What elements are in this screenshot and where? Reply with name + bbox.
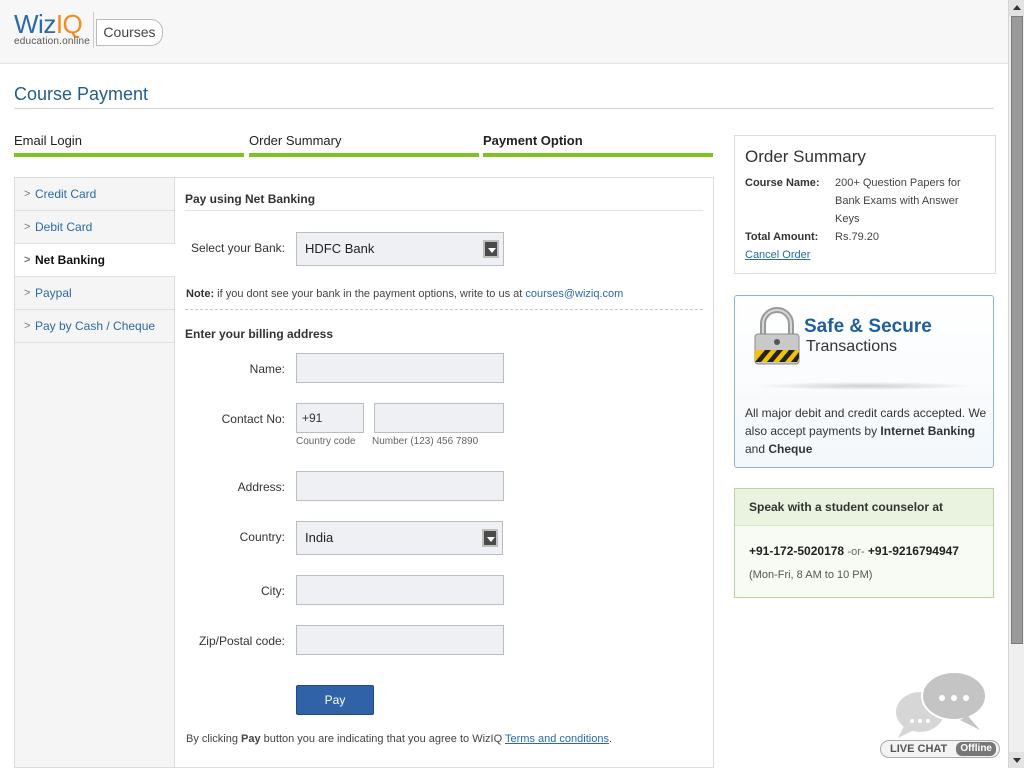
method-credit-card[interactable]: > Credit Card (15, 178, 174, 211)
counselor-heading: Speak with a student counselor at (735, 489, 993, 526)
billing-heading: Enter your billing address (185, 327, 334, 341)
zip-label: Zip/Postal code: (198, 634, 285, 648)
order-summary-box: Order Summary Course Name: 200+ Question… (734, 135, 996, 274)
section-divider (185, 210, 703, 211)
scroll-down-arrow-icon[interactable] (1009, 752, 1024, 768)
payment-method-list: > Credit Card > Debit Card > Net Banking > P… (15, 178, 175, 767)
step-order-summary: Order Summary (249, 133, 479, 157)
contact-label: Contact No: (221, 412, 285, 426)
net-banking-heading: Pay using Net Banking (185, 192, 316, 206)
address-input[interactable] (296, 471, 504, 501)
padlock-icon (754, 307, 800, 365)
dropdown-arrow-icon (482, 529, 498, 547)
site-header: WizIQ education.online Courses (0, 0, 1008, 64)
course-name-label: Course Name: (745, 177, 820, 189)
bank-label: Select your Bank: (190, 241, 285, 255)
chevron-right-icon: > (24, 254, 31, 266)
chat-bubbles-icon (896, 671, 987, 738)
bank-select[interactable]: HDFC Bank (296, 232, 504, 266)
method-paypal[interactable]: > Paypal (15, 277, 174, 310)
wiziq-logo[interactable]: WizIQ education.online (14, 10, 90, 47)
bank-select-value: HDFC Bank (305, 241, 375, 256)
dropdown-arrow-icon (483, 240, 499, 258)
country-code-hint: Country code (296, 436, 356, 447)
phone-number-2: +91-9216794947 (867, 544, 959, 558)
courses-tab[interactable]: Courses (96, 19, 163, 46)
terms-agreement: By clicking Pay button you are indicatin… (186, 733, 613, 745)
page-title: Course Payment (14, 84, 149, 104)
counselor-box: Speak with a student counselor at +91-17… (734, 488, 994, 598)
vertical-scrollbar[interactable] (1008, 0, 1024, 768)
dashed-divider (185, 309, 703, 310)
phone-number-1: +91-172-5020178 (749, 544, 845, 558)
step-email-login: Email Login (14, 133, 244, 157)
chevron-right-icon: > (24, 188, 31, 200)
chevron-right-icon: > (24, 287, 31, 299)
country-select[interactable]: India (296, 521, 503, 555)
city-label: City: (261, 584, 285, 598)
zip-input[interactable] (296, 625, 504, 655)
logo-divider (93, 12, 94, 48)
decorative-shadow (755, 382, 975, 390)
payment-panel: > Credit Card > Debit Card > Net Banking > P… (14, 177, 714, 768)
terms-link[interactable]: Terms and conditions (505, 733, 609, 745)
name-input[interactable] (296, 353, 504, 383)
chevron-right-icon: > (24, 221, 31, 233)
secure-title: Safe & Secure (804, 316, 932, 337)
total-amount-label: Total Amount: (745, 231, 819, 243)
support-email-link[interactable]: courses@wiziq.com (525, 288, 623, 300)
live-chat-widget[interactable]: LIVE CHAT Offline (880, 668, 1000, 760)
address-label: Address: (237, 480, 285, 494)
country-label: Country: (239, 530, 285, 544)
total-amount-value: Rs.79.20 (835, 231, 880, 243)
course-name-value: 200+ Question Papers for Bank Exams with… (835, 177, 961, 225)
city-input[interactable] (296, 575, 504, 605)
phone-number-input[interactable] (374, 403, 504, 433)
method-net-banking[interactable]: > Net Banking (15, 244, 175, 277)
country-select-value: India (305, 530, 334, 545)
chevron-right-icon: > (24, 320, 31, 332)
counselor-hours: (Mon-Fri, 8 AM to 10 PM) (749, 569, 873, 581)
payment-methods-text: All major debit and credit cards accepte… (745, 406, 987, 456)
name-label: Name: (249, 362, 285, 376)
counselor-phones: +91-172-5020178 -or- +91-9216794947 (749, 544, 959, 558)
logo-tagline: education.online (14, 36, 91, 47)
pay-button[interactable]: Pay (296, 685, 374, 715)
phone-number-hint: Number (123) 456 7890 (372, 436, 479, 447)
scroll-up-arrow-icon[interactable] (1009, 0, 1024, 16)
bank-note: Note: if you dont see your bank in the p… (186, 288, 624, 300)
scrollbar-thumb[interactable] (1011, 16, 1023, 644)
secure-subtitle: Transactions (806, 338, 897, 355)
secure-transactions-box: Safe & Secure Transactions All major deb… (734, 295, 994, 468)
cancel-order-link[interactable]: Cancel Order (745, 249, 810, 261)
order-summary-title: Order Summary (745, 147, 866, 166)
method-cash-cheque[interactable]: > Pay by Cash / Cheque (15, 310, 174, 343)
title-divider (14, 108, 994, 109)
logo-wordmark: WizIQ (14, 9, 83, 39)
step-payment-option: Payment Option (483, 133, 713, 157)
live-chat-label: LIVE CHAT Offline (880, 740, 1000, 758)
country-code-input[interactable]: +91 (296, 403, 364, 433)
method-debit-card[interactable]: > Debit Card (15, 211, 174, 244)
chat-status-badge: Offline (956, 742, 996, 756)
